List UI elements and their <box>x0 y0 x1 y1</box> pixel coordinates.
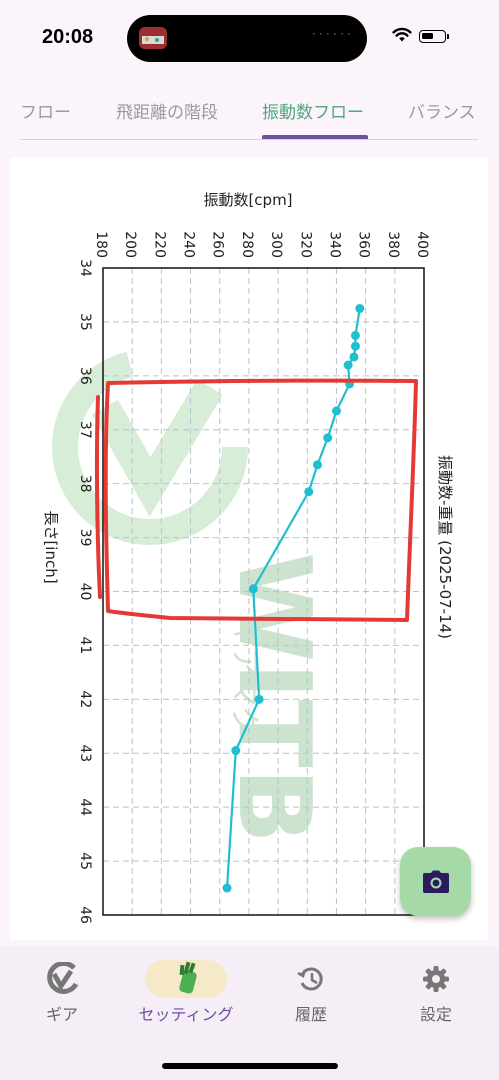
tab-balance[interactable]: バランス <box>408 98 476 123</box>
y-tick-label: 400 <box>414 231 430 258</box>
x-tick-label: 46 <box>77 906 93 924</box>
x-tick-label: 35 <box>77 313 93 331</box>
y-tick-label: 340 <box>326 231 342 258</box>
x-tick-label: 37 <box>77 421 93 439</box>
tab-frequency-flow[interactable]: 振動数フロー <box>262 98 364 123</box>
y-tick-label: 220 <box>151 231 167 258</box>
tab-bar: フロー 飛距離の階段 振動数フロー バランス <box>0 90 499 142</box>
nav-setting[interactable]: セッティング <box>124 946 248 1036</box>
y-tick-label: 200 <box>122 231 138 258</box>
nav-settings[interactable]: 設定 <box>374 946 498 1036</box>
data-point <box>355 303 365 313</box>
data-point <box>350 341 360 351</box>
now-playing-thumbnail <box>139 27 167 49</box>
x-tick-label: 38 <box>77 475 93 493</box>
y-axis-label: 振動数[cpm] <box>203 191 292 209</box>
x-tick-label: 41 <box>77 637 93 655</box>
tab-distance-steps[interactable]: 飛距離の階段 <box>116 98 218 123</box>
y-tick-label: 260 <box>210 231 226 258</box>
wifi-icon <box>392 27 412 42</box>
data-point <box>323 433 333 443</box>
data-point <box>222 883 232 893</box>
golf-bag-icon <box>145 960 227 998</box>
camera-button[interactable] <box>400 847 471 916</box>
chart-title: 振動数-重量 (2025-07-14) <box>436 455 454 639</box>
camera-icon <box>422 870 449 893</box>
chart-card: WITB キアマグ 180 200 220 240 260 280 300 320 340 360… <box>10 157 488 940</box>
battery-icon <box>419 30 449 43</box>
y-tick-label: 320 <box>297 231 313 258</box>
x-tick-label: 43 <box>77 744 93 762</box>
status-time: 20:08 <box>42 26 94 48</box>
x-tick-label: 36 <box>77 367 93 385</box>
data-point <box>331 406 341 416</box>
tab-flow[interactable]: フロー <box>20 98 71 123</box>
data-point <box>254 694 264 704</box>
status-bar: 20:08 ······ <box>0 0 499 80</box>
data-point <box>231 746 241 756</box>
settings-icon <box>395 960 477 998</box>
home-indicator <box>162 1063 338 1069</box>
data-point <box>304 487 314 497</box>
gear-logo-icon <box>21 960 103 998</box>
nav-history[interactable]: 履歴 <box>249 946 373 1036</box>
x-tick-label: 45 <box>77 852 93 870</box>
data-point <box>350 330 360 340</box>
bottom-navigation: ギア セッティング 履歴 設定 <box>0 946 499 1080</box>
x-axis-label: 長さ[inch] <box>42 510 60 583</box>
data-point <box>349 352 359 362</box>
data-point <box>312 460 322 470</box>
y-tick-label: 280 <box>239 231 255 258</box>
nav-setting-label: セッティング <box>138 1005 234 1024</box>
data-point <box>343 360 353 370</box>
x-tick-label: 34 <box>77 259 93 277</box>
history-icon <box>270 960 352 998</box>
y-tick-label: 240 <box>181 231 197 258</box>
island-indicator: ······ <box>310 29 353 40</box>
x-tick-label: 40 <box>77 583 93 601</box>
y-tick-label: 300 <box>268 231 284 258</box>
x-tick-label: 42 <box>77 690 93 708</box>
nav-settings-label: 設定 <box>419 1005 452 1024</box>
nav-history-label: 履歴 <box>294 1005 327 1024</box>
nav-gear-label: ギア <box>45 1005 78 1024</box>
y-tick-label: 360 <box>356 231 372 258</box>
y-tick-label: 180 <box>93 231 109 258</box>
nav-gear[interactable]: ギア <box>0 946 124 1036</box>
data-point <box>248 584 258 594</box>
tab-divider <box>20 139 478 140</box>
dynamic-island: ······ <box>127 15 367 62</box>
frequency-chart: WITB キアマグ 180 200 220 240 260 280 300 320 340 360… <box>42 191 454 924</box>
y-tick-label: 380 <box>385 231 401 258</box>
x-tick-label: 44 <box>77 798 93 816</box>
x-tick-label: 39 <box>77 529 93 547</box>
